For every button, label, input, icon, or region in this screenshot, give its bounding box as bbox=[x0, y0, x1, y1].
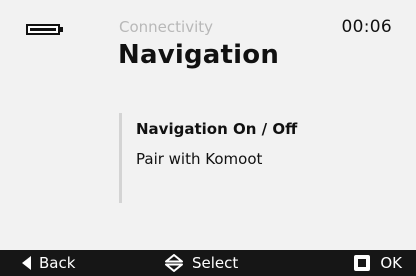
battery-fill bbox=[30, 28, 56, 31]
select-label: Select bbox=[192, 254, 239, 272]
menu-item-navigation-on-off[interactable]: Navigation On / Off bbox=[136, 120, 297, 138]
menu-scroll-rail bbox=[119, 113, 122, 203]
up-down-arrows-icon bbox=[164, 254, 184, 272]
ok-button[interactable]: OK bbox=[354, 250, 402, 276]
back-button[interactable]: Back bbox=[22, 250, 75, 276]
square-button-icon bbox=[354, 255, 371, 271]
device-screen: 00:06 Connectivity Navigation Navigation… bbox=[0, 0, 416, 276]
menu-item-pair-with-komoot[interactable]: Pair with Komoot bbox=[136, 150, 262, 168]
battery-icon bbox=[26, 24, 63, 35]
battery-body bbox=[26, 24, 60, 35]
back-label: Back bbox=[39, 254, 76, 272]
ok-label: OK bbox=[380, 254, 402, 272]
battery-tip bbox=[60, 27, 63, 32]
select-button[interactable]: Select bbox=[164, 250, 238, 276]
breadcrumb: Connectivity bbox=[119, 18, 213, 36]
bottom-button-bar: Back Select OK bbox=[0, 250, 416, 276]
page-title: Navigation bbox=[118, 40, 280, 70]
clock-time: 00:06 bbox=[341, 17, 392, 37]
triangle-left-icon bbox=[22, 256, 31, 270]
